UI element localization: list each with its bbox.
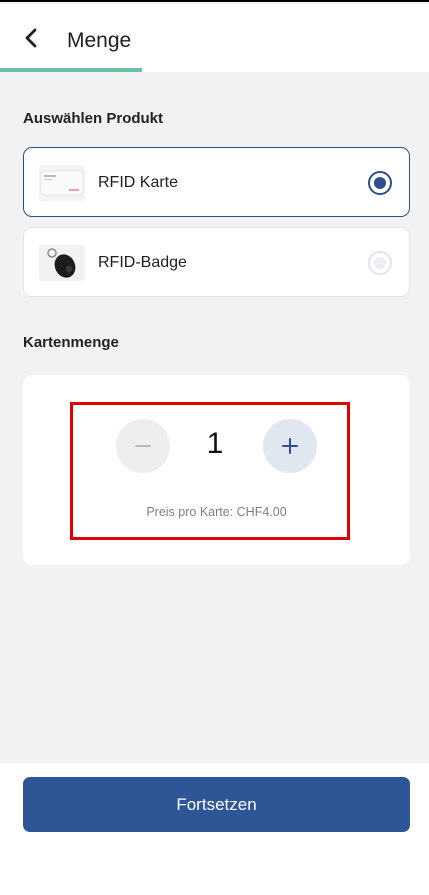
product-option-rfid-card[interactable]: RFID Karte	[23, 147, 410, 217]
plus-icon	[282, 438, 298, 454]
decrement-button[interactable]	[116, 419, 170, 473]
page-title: Menge	[67, 29, 132, 52]
quantity-section-label: Kartenmenge	[23, 334, 119, 351]
progress-bar	[0, 68, 429, 72]
chevron-left-icon	[25, 28, 37, 48]
radio-unselected-icon[interactable]	[368, 251, 392, 275]
highlight-box	[70, 402, 350, 540]
minus-icon	[135, 445, 151, 447]
price-per-card: Preis pro Karte: CHF4.00	[146, 505, 287, 519]
product-option-label: RFID-Badge	[98, 254, 187, 271]
top-bar: Menge	[0, 4, 429, 68]
rfid-card-image	[39, 165, 85, 201]
back-button[interactable]	[16, 22, 48, 54]
product-option-rfid-badge[interactable]: RFID-Badge	[23, 227, 410, 297]
quantity-value: 1	[206, 427, 224, 460]
rfid-badge-image	[39, 245, 85, 281]
increment-button[interactable]	[263, 419, 317, 473]
product-option-label: RFID Karte	[98, 174, 179, 191]
radio-selected-icon[interactable]	[368, 171, 392, 195]
continue-button[interactable]: Fortsetzen	[23, 777, 410, 832]
bottom-bar: Fortsetzen	[0, 763, 429, 895]
app-screen: Menge Auswählen Produkt RFID Karte RFID-…	[0, 0, 429, 895]
product-section-label: Auswählen Produkt	[23, 110, 164, 127]
progress-bar-fill	[0, 68, 142, 72]
quantity-card: 1 Preis pro Karte: CHF4.00	[23, 375, 410, 565]
